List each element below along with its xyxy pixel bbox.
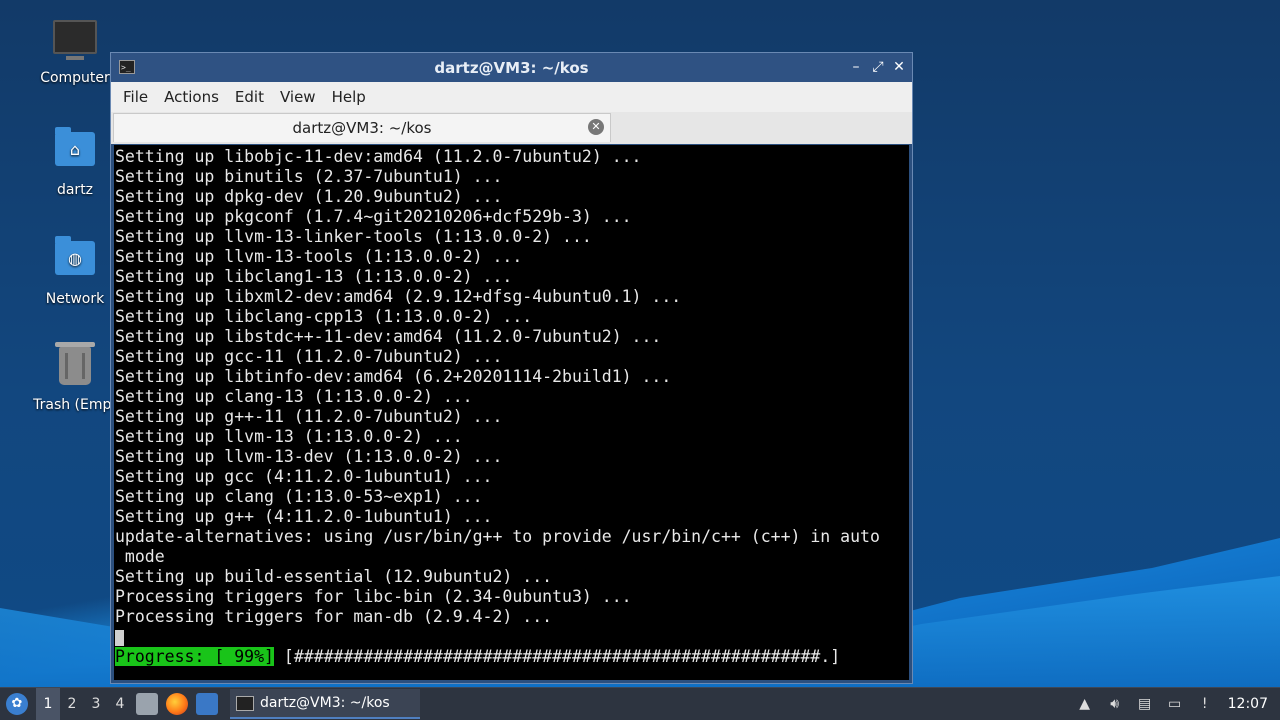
- terminal-line: Setting up libclang1-13 (1:13.0.0-2) ...: [115, 267, 513, 286]
- menu-help[interactable]: Help: [324, 88, 374, 106]
- terminal-line: Setting up libobjc-11-dev:amd64 (11.2.0-…: [115, 147, 642, 166]
- terminal-line: mode: [115, 547, 165, 566]
- workspace-3[interactable]: 3: [84, 688, 108, 720]
- updates-icon[interactable]: !: [1196, 695, 1214, 713]
- tab-close-icon[interactable]: ✕: [588, 119, 604, 135]
- clock[interactable]: 12:07: [1228, 696, 1268, 712]
- terminal-line: Setting up llvm-13-dev (1:13.0.0-2) ...: [115, 447, 503, 466]
- terminal-task-icon: [236, 695, 254, 711]
- taskbar-task-label: dartz@VM3: ~/kos: [260, 695, 390, 711]
- window-titlebar[interactable]: >_ dartz@VM3: ~/kos – ⤢ ✕: [111, 53, 912, 82]
- menu-bar: File Actions Edit View Help: [111, 82, 912, 112]
- minimize-button[interactable]: –: [847, 58, 865, 76]
- system-tray: ▲ 🔊︎ ▤ ▭ ! 12:07: [1070, 688, 1280, 720]
- terminal-cursor: [115, 629, 124, 646]
- terminal-line: Setting up libxml2-dev:amd64 (2.9.12+dfs…: [115, 287, 682, 306]
- progress-label: Progress: [ 99%]: [115, 647, 274, 666]
- close-button[interactable]: ✕: [890, 58, 908, 76]
- firefox-icon[interactable]: [166, 693, 188, 715]
- workspace-2[interactable]: 2: [60, 688, 84, 720]
- terminal-line: Setting up gcc (4:11.2.0-1ubuntu1) ...: [115, 467, 493, 486]
- start-menu-icon[interactable]: ✿: [6, 693, 28, 715]
- terminal-line: Setting up libclang-cpp13 (1:13.0.0-2) .…: [115, 307, 533, 326]
- terminal-line: Setting up dpkg-dev (1.20.9ubuntu2) ...: [115, 187, 503, 206]
- terminal-line: Setting up binutils (2.37-7ubuntu1) ...: [115, 167, 503, 186]
- terminal-cursor-line: [115, 627, 909, 647]
- terminal-window[interactable]: >_ dartz@VM3: ~/kos – ⤢ ✕ File Actions E…: [110, 52, 913, 684]
- terminal-line: Processing triggers for man-db (2.9.4-2)…: [115, 607, 553, 626]
- window-title: dartz@VM3: ~/kos: [434, 59, 589, 77]
- progress-line: Progress: [ 99%] [######################…: [115, 647, 909, 667]
- workspace-4[interactable]: 4: [108, 688, 132, 720]
- home-folder-icon: ⌂: [53, 127, 97, 176]
- computer-icon: [53, 20, 97, 64]
- terminal-line: Setting up g++ (4:11.2.0-1ubuntu1) ...: [115, 507, 493, 526]
- tab-bar: dartz@VM3: ~/kos ✕: [111, 112, 912, 144]
- terminal-line: Setting up clang (1:13.0-53~exp1) ...: [115, 487, 483, 506]
- menu-actions[interactable]: Actions: [156, 88, 227, 106]
- terminal-output[interactable]: Setting up libobjc-11-dev:amd64 (11.2.0-…: [114, 145, 909, 680]
- network-folder-icon: ◍: [53, 236, 97, 285]
- tray-up-arrow-icon[interactable]: ▲: [1076, 695, 1094, 713]
- menu-file[interactable]: File: [115, 88, 156, 106]
- maximize-button[interactable]: ⤢: [869, 58, 887, 76]
- terminal-line: update-alternatives: using /usr/bin/g++ …: [115, 527, 880, 546]
- terminal-line: Setting up pkgconf (1.7.4~git20210206+dc…: [115, 207, 632, 226]
- terminal-line: Setting up llvm-13 (1:13.0.0-2) ...: [115, 427, 463, 446]
- menu-view[interactable]: View: [272, 88, 324, 106]
- show-desktop-icon[interactable]: [196, 693, 218, 715]
- menu-edit[interactable]: Edit: [227, 88, 272, 106]
- tab-terminal[interactable]: dartz@VM3: ~/kos ✕: [113, 113, 611, 142]
- network-tray-icon[interactable]: ▭: [1166, 695, 1184, 713]
- terminal-line: Setting up libstdc++-11-dev:amd64 (11.2.…: [115, 327, 662, 346]
- progress-bar-text: [#######################################…: [273, 647, 841, 666]
- terminal-line: Setting up clang-13 (1:13.0.0-2) ...: [115, 387, 473, 406]
- trash-icon: [53, 342, 97, 391]
- terminal-line: Setting up llvm-13-linker-tools (1:13.0.…: [115, 227, 592, 246]
- taskbar-task-terminal[interactable]: dartz@VM3: ~/kos: [230, 689, 420, 719]
- terminal-line: Setting up llvm-13-tools (1:13.0.0-2) ..…: [115, 247, 523, 266]
- file-manager-icon[interactable]: [136, 693, 158, 715]
- terminal-line: Setting up build-essential (12.9ubuntu2)…: [115, 567, 553, 586]
- workspace-1[interactable]: 1: [36, 688, 60, 720]
- terminal-line: Setting up gcc-11 (11.2.0-7ubuntu2) ...: [115, 347, 503, 366]
- terminal-line: Setting up g++-11 (11.2.0-7ubuntu2) ...: [115, 407, 503, 426]
- taskbar: ✿ 1 2 3 4 dartz@VM3: ~/kos ▲ 🔊︎ ▤ ▭ ! 12…: [0, 687, 1280, 720]
- terminal-line: Processing triggers for libc-bin (2.34-0…: [115, 587, 632, 606]
- tab-label: dartz@VM3: ~/kos: [292, 119, 432, 137]
- terminal-line: Setting up libtinfo-dev:amd64 (6.2+20201…: [115, 367, 672, 386]
- clipboard-icon[interactable]: ▤: [1136, 695, 1154, 713]
- volume-icon[interactable]: 🔊︎: [1106, 695, 1124, 713]
